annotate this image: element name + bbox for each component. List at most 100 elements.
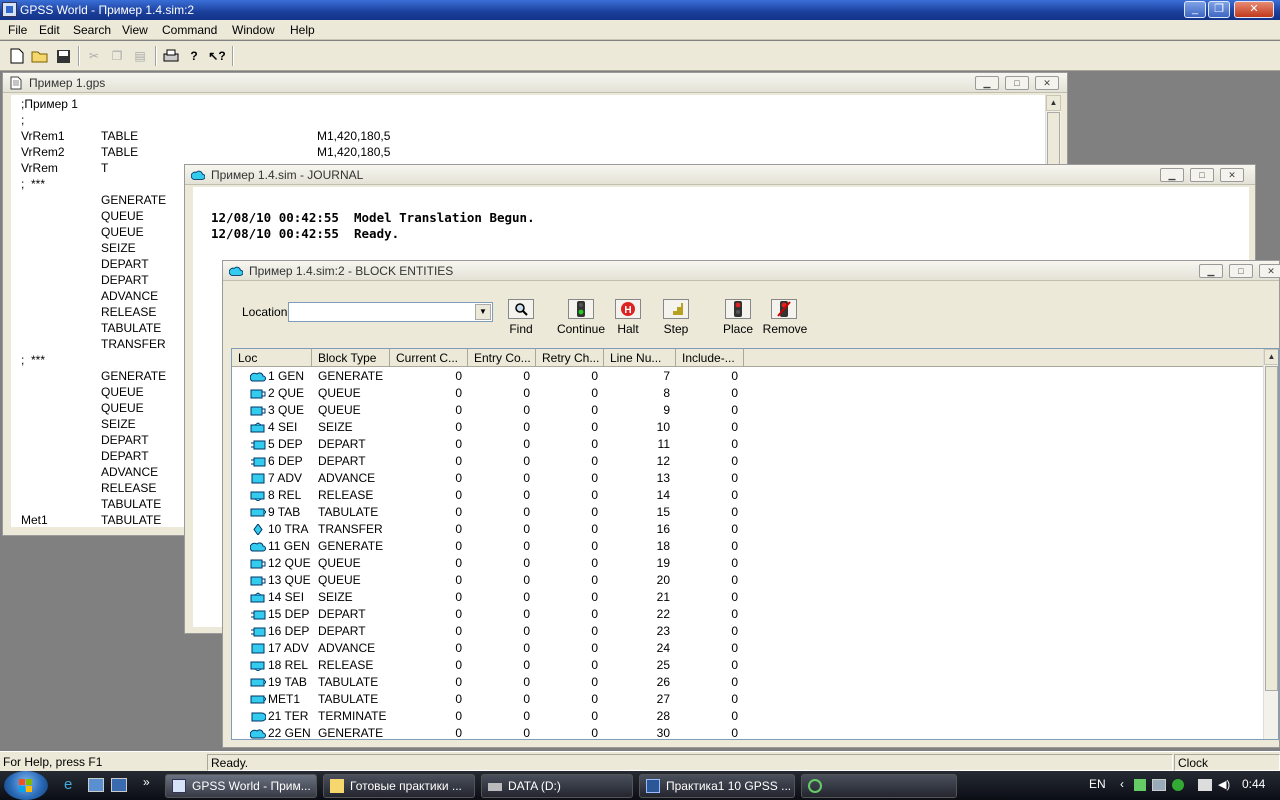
table-row[interactable]: 9 TAB TABULATE 0 0 0 15 0 <box>232 504 1272 521</box>
close-button[interactable]: ✕ <box>1259 264 1280 278</box>
network-icon[interactable] <box>1152 779 1166 791</box>
column-header-block-type[interactable]: Block Type <box>312 349 390 367</box>
source-window-titlebar[interactable]: Пример 1.gps ▁ □ ✕ <box>3 73 1067 93</box>
paste-icon[interactable]: ▤ <box>129 45 151 67</box>
antivirus-icon[interactable] <box>1172 779 1184 791</box>
scroll-up-button[interactable]: ▲ <box>1264 349 1278 365</box>
chevron-left-icon[interactable]: ‹ <box>1120 777 1124 791</box>
minimize-button[interactable]: ▁ <box>975 76 999 90</box>
taskbar-item-folder[interactable]: Готовые практики ... <box>323 774 475 798</box>
table-row[interactable]: 5 DEP DEPART 0 0 0 11 0 <box>232 436 1272 453</box>
taskbar-item-search[interactable] <box>801 774 957 798</box>
table-row[interactable]: 13 QUE QUEUE 0 0 0 20 0 <box>232 572 1272 589</box>
column-header-retry-chain[interactable]: Retry Ch... <box>536 349 604 367</box>
language-indicator[interactable]: EN <box>1089 777 1106 791</box>
table-row[interactable]: 7 ADV ADVANCE 0 0 0 13 0 <box>232 470 1272 487</box>
menu-window[interactable]: Window <box>232 23 275 37</box>
table-row[interactable]: 4 SEI SEIZE 0 0 0 10 0 <box>232 419 1272 436</box>
copy-icon[interactable]: ❐ <box>106 45 128 67</box>
table-row[interactable]: 16 DEP DEPART 0 0 0 23 0 <box>232 623 1272 640</box>
table-row[interactable]: 10 TRA TRANSFER 0 0 0 16 0 <box>232 521 1272 538</box>
app-title-bar[interactable]: GPSS World - Пример 1.4.sim:2 <box>0 0 1280 20</box>
open-folder-icon[interactable] <box>29 45 51 67</box>
security-shield-icon[interactable] <box>1134 779 1146 791</box>
taskbar-item-word[interactable]: Практика1 10 GPSS ... <box>639 774 795 798</box>
minimize-button[interactable]: ▁ <box>1199 264 1223 278</box>
column-header-current-count[interactable]: Current C... <box>390 349 468 367</box>
print-icon[interactable] <box>160 45 182 67</box>
block-entities-list[interactable]: Loc Block Type Current C... Entry Co... … <box>231 348 1279 740</box>
taskbar-item-gpss[interactable]: GPSS World - Прим... <box>165 774 317 798</box>
chevron-right-icon[interactable]: » <box>143 775 150 789</box>
menu-search[interactable]: Search <box>73 23 111 37</box>
context-help-icon[interactable]: ↖? <box>206 45 228 67</box>
maximize-button[interactable]: □ <box>1005 76 1029 90</box>
find-button[interactable] <box>508 299 534 319</box>
step-button[interactable] <box>663 299 689 319</box>
taskbar-item-drive[interactable]: DATA (D:) <box>481 774 633 798</box>
internet-explorer-icon[interactable]: e <box>64 777 80 793</box>
start-button[interactable] <box>4 771 48 800</box>
new-file-icon[interactable] <box>6 45 28 67</box>
table-row[interactable]: 15 DEP DEPART 0 0 0 22 0 <box>232 606 1272 623</box>
magnifier-icon <box>515 303 528 316</box>
volume-icon[interactable]: ◀) <box>1218 779 1230 791</box>
table-row[interactable]: 21 TER TERMINATE 0 0 0 28 0 <box>232 708 1272 725</box>
close-app-button[interactable]: ✕ <box>1234 1 1274 18</box>
menu-file[interactable]: File <box>8 23 27 37</box>
current-count-cell: 0 <box>455 641 462 655</box>
table-row[interactable]: 2 QUE QUEUE 0 0 0 8 0 <box>232 385 1272 402</box>
block-entities-window[interactable]: Пример 1.4.sim:2 - BLOCK ENTITIES ▁ □ ✕ … <box>222 260 1280 748</box>
list-scrollbar[interactable]: ▲ <box>1263 349 1278 739</box>
scroll-thumb[interactable] <box>1265 366 1278 691</box>
close-button[interactable]: ✕ <box>1220 168 1244 182</box>
close-button[interactable]: ✕ <box>1035 76 1059 90</box>
menu-view[interactable]: View <box>122 23 148 37</box>
save-icon[interactable] <box>52 45 74 67</box>
scroll-up-button[interactable]: ▲ <box>1046 95 1061 111</box>
chevron-down-icon[interactable]: ▼ <box>475 304 491 320</box>
block-entities-titlebar[interactable]: Пример 1.4.sim:2 - BLOCK ENTITIES ▁ □ ✕ <box>223 261 1280 281</box>
table-row[interactable]: 12 QUE QUEUE 0 0 0 19 0 <box>232 555 1272 572</box>
power-icon[interactable] <box>1198 779 1212 791</box>
line-number-cell: 28 <box>656 709 670 723</box>
gpss-app-icon[interactable] <box>2 2 17 17</box>
table-row[interactable]: MET1 TABULATE 0 0 0 27 0 <box>232 691 1272 708</box>
journal-window-titlebar[interactable]: Пример 1.4.sim - JOURNAL ▁ □ ✕ <box>185 165 1255 185</box>
maximize-button[interactable]: □ <box>1229 264 1253 278</box>
table-row[interactable]: 11 GEN GENERATE 0 0 0 18 0 <box>232 538 1272 555</box>
column-header-line-number[interactable]: Line Nu... <box>604 349 676 367</box>
table-row[interactable]: 19 TAB TABULATE 0 0 0 26 0 <box>232 674 1272 691</box>
minimize-app-button[interactable]: _ <box>1184 1 1206 18</box>
minimize-button[interactable]: ▁ <box>1160 168 1184 182</box>
table-row[interactable]: 18 REL RELEASE 0 0 0 25 0 <box>232 657 1272 674</box>
place-button[interactable] <box>725 299 751 319</box>
table-row[interactable]: 22 GEN GENERATE 0 0 0 30 0 <box>232 725 1272 739</box>
cut-icon[interactable]: ✂ <box>83 45 105 67</box>
restore-app-button[interactable]: ❐ <box>1208 1 1230 18</box>
menu-edit[interactable]: Edit <box>39 23 60 37</box>
switch-windows-icon[interactable] <box>88 778 104 792</box>
column-header-entry-count[interactable]: Entry Co... <box>468 349 536 367</box>
system-clock[interactable]: 0:44 <box>1242 777 1265 791</box>
column-header-loc[interactable]: Loc <box>232 349 312 367</box>
location-combobox[interactable]: ▼ <box>288 302 493 322</box>
remove-button[interactable] <box>771 299 797 319</box>
show-desktop-icon[interactable] <box>111 778 127 792</box>
table-row[interactable]: 3 QUE QUEUE 0 0 0 9 0 <box>232 402 1272 419</box>
help-icon[interactable]: ? <box>183 45 205 67</box>
retry-chain-cell: 0 <box>591 556 598 570</box>
halt-button[interactable]: H <box>615 299 641 319</box>
maximize-button[interactable]: □ <box>1190 168 1214 182</box>
table-row[interactable]: 6 DEP DEPART 0 0 0 12 0 <box>232 453 1272 470</box>
menu-help[interactable]: Help <box>290 23 315 37</box>
column-header-include[interactable]: Include-... <box>676 349 744 367</box>
table-row[interactable]: 1 GEN GENERATE 0 0 0 7 0 <box>232 368 1272 385</box>
scroll-thumb[interactable] <box>1047 112 1060 172</box>
current-count-cell: 0 <box>455 624 462 638</box>
menu-command[interactable]: Command <box>162 23 217 37</box>
table-row[interactable]: 17 ADV ADVANCE 0 0 0 24 0 <box>232 640 1272 657</box>
table-row[interactable]: 8 REL RELEASE 0 0 0 14 0 <box>232 487 1272 504</box>
continue-button[interactable] <box>568 299 594 319</box>
table-row[interactable]: 14 SEI SEIZE 0 0 0 21 0 <box>232 589 1272 606</box>
